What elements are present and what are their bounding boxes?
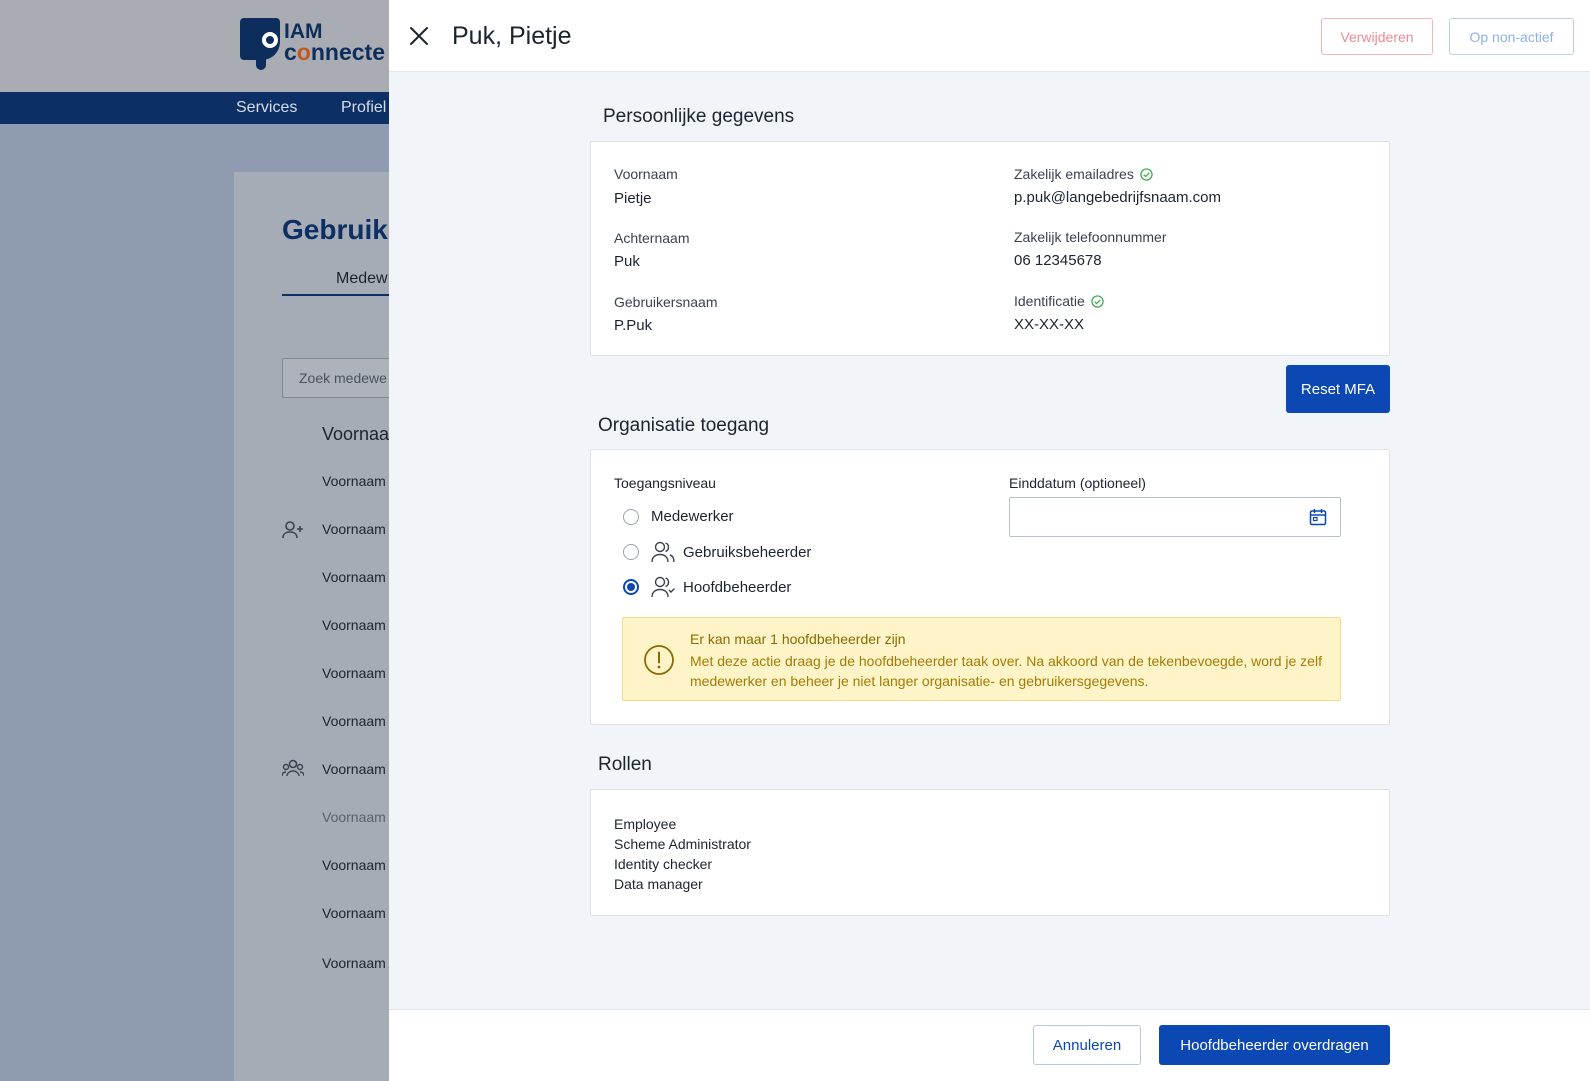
logo-icon [240,18,280,70]
organisation-access-card: Toegangsniveau Medewerker Gebruiksbeheer… [590,449,1390,725]
warning-icon [644,645,674,675]
username-label: Gebruikersnaam [614,294,718,310]
section-title-roles: Rollen [598,754,652,775]
tab-medewerkers[interactable]: Medew [336,270,388,288]
table-row[interactable]: Voornaam [322,905,386,921]
panel-title: Puk, Pietje [452,22,572,50]
email-value: p.puk@langebedrijfsnaam.com [1014,189,1222,206]
reset-mfa-button[interactable]: Reset MFA [1286,365,1390,413]
table-row[interactable]: Voornaam [322,473,386,489]
search-input[interactable]: Zoek medewe [282,358,402,398]
roles-list: Employee Scheme Administrator Identity c… [614,814,751,894]
close-icon[interactable] [407,24,431,48]
phone-value: 06 12345678 [1014,252,1102,269]
section-title-organisation: Organisatie toegang [598,415,770,436]
app-logo[interactable]: IAM connecte [240,18,385,70]
role-item: Scheme Administrator [614,836,751,852]
radio-medewerker[interactable]: Medewerker [623,508,734,525]
calendar-icon[interactable] [1309,508,1327,526]
table-row[interactable]: Voornaam [322,569,386,585]
last-name-label: Achternaam [614,230,690,246]
nav-item-profiel[interactable]: Profiel [341,99,386,117]
logo-text: IAM connecte [284,21,385,66]
first-name-value: Pietje [614,190,652,207]
username-value: P.Puk [614,317,653,334]
check-circle-icon [1091,294,1104,308]
user-icon [282,521,303,539]
radio-gebruiksbeheerder[interactable]: Gebruiksbeheerder [623,541,811,563]
email-label: Zakelijk emailadres [1014,166,1134,182]
warning-text: Met deze actie draag je de hoofdbeheerde… [690,653,1322,689]
first-name-label: Voornaam [614,166,678,182]
users-icon [651,541,675,563]
section-title-personal: Persoonlijke gegevens [603,106,795,127]
table-row[interactable]: Voornaam [322,617,386,633]
table-row[interactable]: Voornaam [322,955,386,971]
radio-button[interactable] [623,544,639,560]
end-date-input[interactable] [1009,497,1341,537]
check-circle-icon [1140,167,1153,181]
role-item: Data manager [614,876,703,892]
cancel-button[interactable]: Annuleren [1033,1025,1141,1065]
warning-title: Er kan maar 1 hoofdbeheerder zijn [690,631,906,647]
table-row[interactable]: Voornaam [322,809,386,825]
radio-label: Medewerker [651,508,734,525]
logo-line-2: connecte [284,39,385,66]
transfer-admin-button[interactable]: Hoofdbeheerder overdragen [1159,1025,1390,1065]
admin-users-icon [651,576,675,598]
phone-label: Zakelijk telefoonnummer [1014,229,1167,245]
radio-button[interactable] [623,508,639,525]
user-detail-panel: Puk, Pietje Verwijderen Op non-actief Pe… [389,0,1590,1081]
personal-details-card: Voornaam Pietje Achternaam Puk Gebruiker… [590,141,1390,356]
table-row[interactable]: Voornaam [322,857,386,873]
panel-header: Puk, Pietje Verwijderen Op non-actief [389,0,1590,72]
table-row[interactable]: Voornaam [322,761,386,777]
radio-label: Gebruiksbeheerder [683,543,812,561]
role-item: Employee [614,816,677,832]
identification-label: Identificatie [1014,293,1085,309]
delete-button[interactable]: Verwijderen [1321,18,1433,55]
end-date-label: Einddatum (optioneel) [1009,475,1146,491]
admin-users-icon [282,759,304,777]
identification-value: XX-XX-XX [1014,316,1085,333]
table-row[interactable]: Voornaam [322,713,386,729]
radio-label: Hoofdbeheerder [683,578,792,596]
page-title: Gebruik [282,214,388,245]
identification-label-group: Identificatie [1014,293,1104,309]
radio-button-selected[interactable] [623,579,639,595]
roles-card: Employee Scheme Administrator Identity c… [590,789,1390,916]
nav-item-services[interactable]: Services [236,99,297,117]
deactivate-button[interactable]: Op non-actief [1449,18,1574,55]
email-label-group: Zakelijk emailadres [1014,166,1153,182]
column-header-voornaam: Voornaa [322,424,390,444]
table-row[interactable]: Voornaam [322,665,386,681]
access-level-label: Toegangsniveau [614,475,716,491]
warning-banner: Er kan maar 1 hoofdbeheerder zijn Met de… [622,617,1341,701]
radio-hoofdbeheerder[interactable]: Hoofdbeheerder [623,576,791,598]
last-name-value: Puk [614,253,640,270]
panel-footer: Annuleren Hoofdbeheerder overdragen [389,1009,1590,1081]
role-item: Identity checker [614,856,713,872]
table-row[interactable]: Voornaam [322,521,386,537]
tab-underline [282,294,392,296]
